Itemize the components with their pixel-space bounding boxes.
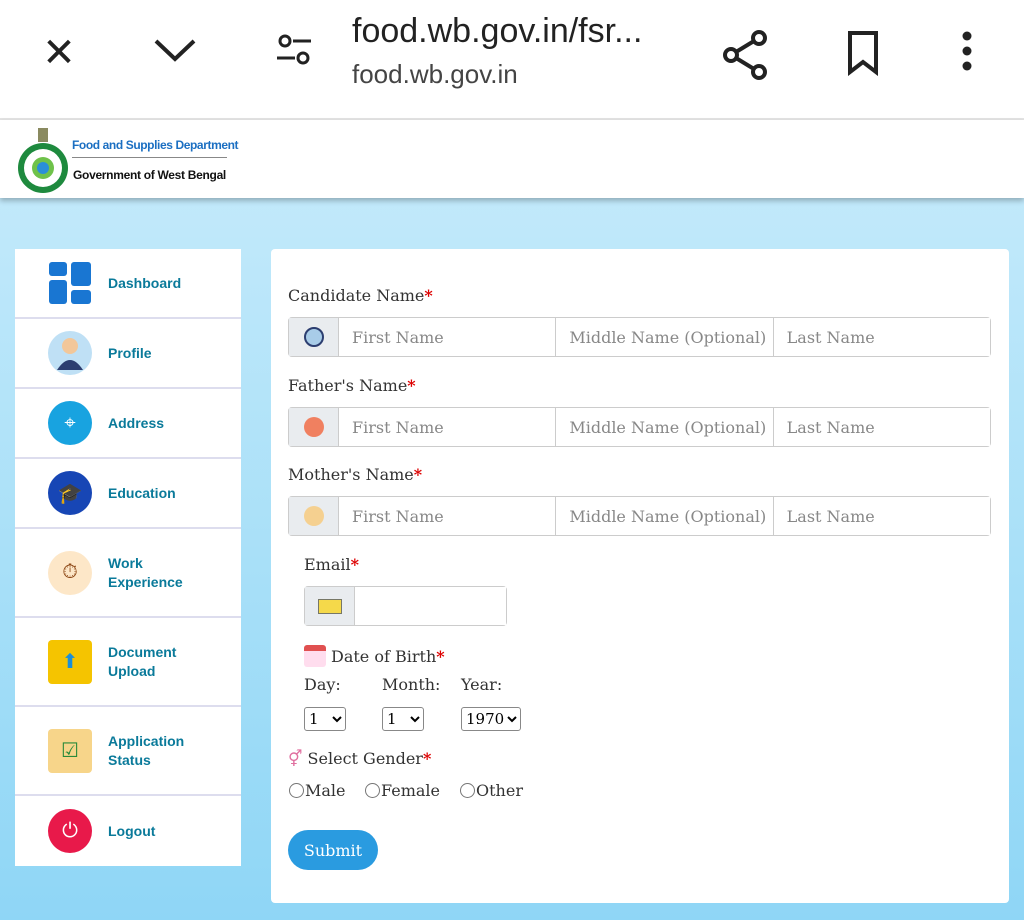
mother-first-name-input[interactable] [339,497,557,535]
sidebar-item-label: Document Upload [108,643,177,679]
father-name-group [288,407,991,447]
mother-name-label: Mother's Name* [288,465,423,484]
page-domain: food.wb.gov.in [352,59,518,89]
dob-label: Date of Birth* [304,645,445,667]
divider [72,157,227,158]
west-bengal-emblem-logo [18,128,68,193]
bookmark-icon[interactable] [838,30,888,86]
address-bar[interactable]: food.wb.gov.in/fsr... food.wb.gov.in [352,12,642,90]
sidebar-item-dashboard[interactable]: Dashboard [15,249,241,319]
sidebar-item-label: Education [108,484,176,501]
browser-toolbar: ✕ food.wb.gov.in/fsr... food.wb.gov.in [0,0,1024,120]
briefcase-clock-icon: ⏱ [48,550,92,595]
calendar-icon [304,645,326,667]
mother-middle-name-input[interactable] [556,497,774,535]
email-label: Email* [304,555,359,574]
email-group [304,586,507,626]
sidebar-item-label: Logout [108,822,156,839]
sidebar-item-education[interactable]: 🎓 Education [15,459,241,529]
dashboard-icon [48,261,92,305]
month-label: Month: [382,675,441,694]
location-icon: ⌖ [48,401,92,445]
candidate-first-name-input[interactable] [339,318,557,356]
registration-form: Candidate Name* Father's Name* Mother's … [271,249,1009,903]
sidebar-item-profile[interactable]: Profile [15,319,241,389]
sidebar-item-label: Work Experience [108,554,183,590]
sidebar-item-logout[interactable]: ⏻ Logout [15,796,241,866]
father-last-name-input[interactable] [773,408,990,446]
envelope-icon [305,587,355,625]
gender-female-radio[interactable]: Female [365,781,440,800]
tune-icon[interactable] [268,30,318,80]
page-url: food.wb.gov.in/fsr... [352,12,643,50]
day-select[interactable]: 1 [304,707,346,731]
gender-other-radio[interactable]: Other [460,781,523,800]
submit-button[interactable]: Submit [288,830,378,870]
father-avatar-icon [289,408,339,446]
sidebar-item-address[interactable]: ⌖ Address [15,389,241,459]
sidebar-item-application-status[interactable]: ☑ Application Status [15,707,241,796]
email-input[interactable] [355,587,506,625]
government-name: Government of West Bengal [73,168,226,182]
gender-icon: ⚥ [288,749,303,768]
candidate-name-label: Candidate Name* [288,286,433,305]
mother-name-group [288,496,991,536]
gender-male-radio[interactable]: Male [289,781,346,800]
sidebar-item-document-upload[interactable]: ⬆ Document Upload [15,618,241,707]
father-middle-name-input[interactable] [556,408,774,446]
chevron-down-icon[interactable] [150,30,200,75]
candidate-avatar-icon [289,318,339,356]
mother-avatar-icon [289,497,339,535]
father-first-name-input[interactable] [339,408,557,446]
year-select[interactable]: 1970 [461,707,521,731]
close-icon[interactable]: ✕ [34,30,84,76]
user-icon [48,331,92,375]
sidebar-item-label: Dashboard [108,274,182,291]
power-icon: ⏻ [48,809,92,853]
candidate-last-name-input[interactable] [773,318,990,356]
sidebar-item-label: Address [108,414,165,431]
gender-label: ⚥ Select Gender* [288,749,432,768]
father-name-label: Father's Name* [288,376,416,395]
sidebar-item-label: Profile [108,344,152,361]
sidebar-item-label: Application Status [108,732,185,768]
month-select[interactable]: 1 [382,707,424,731]
department-name: Food and Supplies Department [72,138,239,152]
graduation-cap-icon: 🎓 [48,471,92,515]
more-vert-icon[interactable] [942,30,992,86]
share-icon[interactable] [720,30,770,90]
candidate-name-group [288,317,991,357]
mother-last-name-input[interactable] [773,497,990,535]
year-label: Year: [461,675,503,694]
sidebar-item-work-experience[interactable]: ⏱ Work Experience [15,529,241,618]
upload-icon: ⬆ [48,639,92,684]
day-label: Day: [304,675,341,694]
sidebar: Dashboard Profile ⌖ Address 🎓 Education ⏱ W… [15,249,241,866]
candidate-middle-name-input[interactable] [556,318,774,356]
clipboard-icon: ☑ [48,728,92,773]
site-header: Food and Supplies Department Government … [0,120,1024,198]
